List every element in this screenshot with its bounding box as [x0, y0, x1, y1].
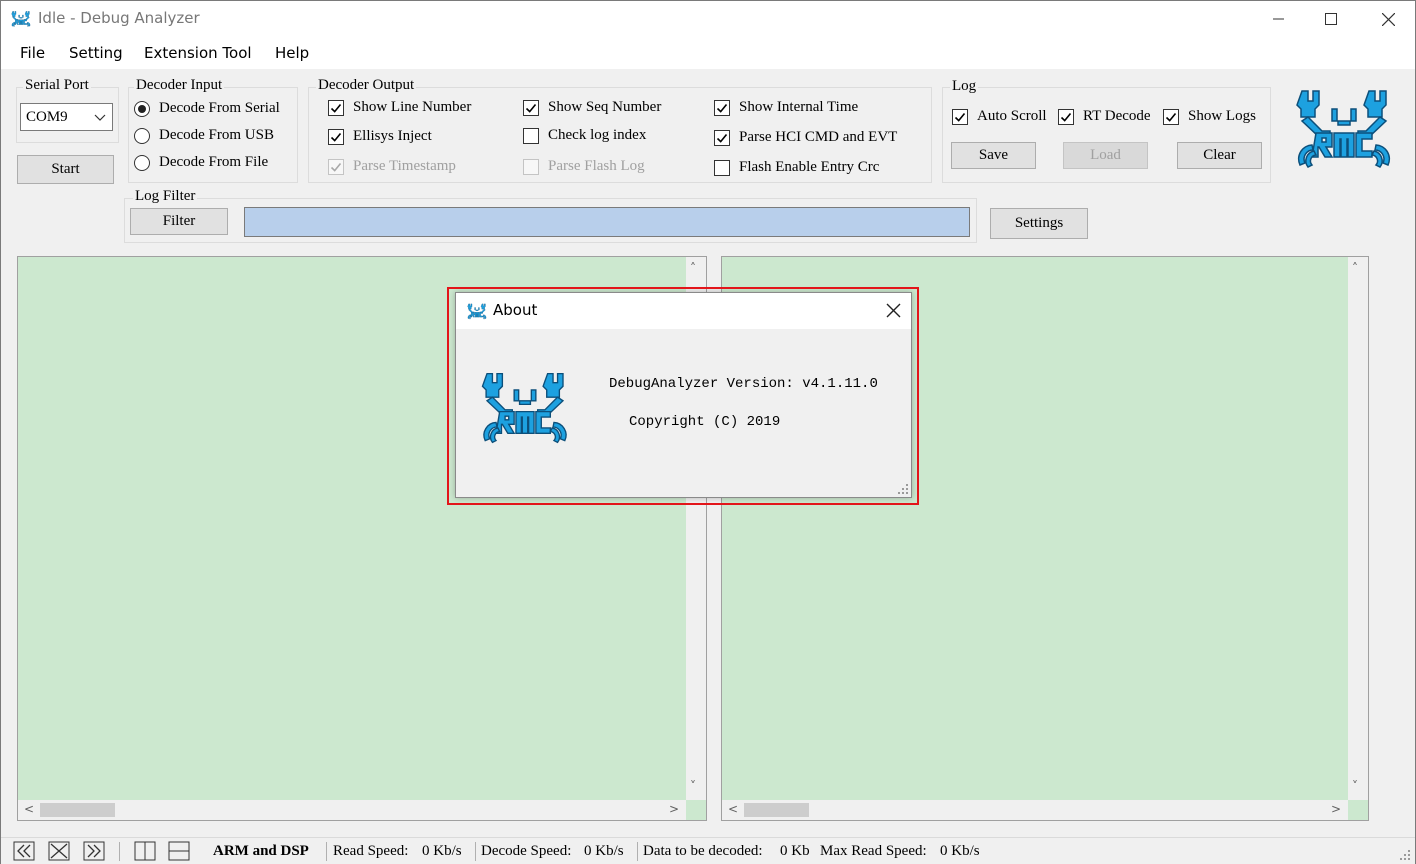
radio-label: Decode From File — [159, 154, 269, 170]
checkbox-flash-enable-entry-crc[interactable]: Flash Enable Entry Crc — [714, 159, 879, 176]
settings-button[interactable]: Settings — [990, 208, 1088, 239]
scroll-down-icon[interactable]: ˅ — [1352, 779, 1358, 793]
serial-port-select[interactable]: COM9 — [20, 103, 113, 131]
jump-first-icon[interactable] — [13, 841, 35, 861]
read-speed-label: Read Speed: — [333, 843, 409, 859]
filter-button[interactable]: Filter — [130, 208, 228, 235]
clear-button[interactable]: Clear — [1177, 142, 1262, 169]
close-icon[interactable] — [886, 303, 901, 318]
realtek-crab-icon — [11, 10, 31, 28]
log-filter-label: Log Filter — [133, 188, 198, 205]
vertical-scrollbar[interactable]: ˄ ˅ — [1348, 257, 1368, 800]
checkbox-auto-scroll[interactable]: Auto Scroll — [952, 108, 1047, 125]
title-bar: Idle - Debug Analyzer — [1, 1, 1415, 37]
menu-bar: File Setting Extension Tool Help — [1, 37, 1415, 69]
checkbox-show-internal-time[interactable]: Show Internal Time — [714, 99, 858, 116]
max-read-speed-label: Max Read Speed: — [820, 843, 927, 859]
status-separator — [475, 842, 476, 861]
scroll-thumb[interactable] — [40, 803, 115, 817]
main-window: Idle - Debug Analyzer File Setting Exten… — [0, 0, 1416, 864]
checkbox-show-seq-number[interactable]: Show Seq Number — [523, 99, 661, 116]
realtek-crab-logo — [1289, 87, 1399, 171]
close-button[interactable] — [1365, 1, 1411, 37]
status-separator — [326, 842, 327, 861]
scroll-down-icon[interactable]: ˅ — [690, 779, 696, 793]
menu-file[interactable]: File — [20, 44, 45, 62]
checkbox-ellisys-inject[interactable]: Ellisys Inject — [328, 128, 432, 145]
minimize-button[interactable] — [1256, 1, 1302, 37]
about-dialog: About DebugAnalyzer Version: v4.1.11.0 C… — [455, 292, 912, 498]
scroll-up-icon[interactable]: ˄ — [1352, 261, 1358, 275]
load-button[interactable]: Load — [1063, 142, 1148, 169]
log-label: Log — [950, 78, 979, 95]
decoder-input-label: Decoder Input — [134, 77, 225, 94]
checkbox-parse-timestamp[interactable]: Parse Timestamp — [328, 158, 456, 175]
clear-marks-icon[interactable] — [48, 841, 70, 861]
about-dialog-title: About — [493, 301, 538, 319]
realtek-crab-icon — [467, 303, 487, 320]
menu-help[interactable]: Help — [275, 44, 309, 62]
serial-port-value: COM9 — [26, 108, 68, 125]
scroll-up-icon[interactable]: ˄ — [690, 261, 696, 275]
chevron-down-icon — [94, 114, 106, 121]
status-separator — [119, 842, 120, 861]
window-title: Idle - Debug Analyzer — [38, 9, 200, 27]
menu-setting[interactable]: Setting — [69, 44, 123, 62]
version-text: DebugAnalyzer Version: v4.1.11.0 — [609, 376, 878, 392]
split-vertical-icon[interactable] — [134, 841, 156, 861]
checkbox-check-log-index[interactable]: Check log index — [523, 127, 646, 144]
checkbox-rt-decode[interactable]: RT Decode — [1058, 108, 1151, 125]
filter-input[interactable] — [244, 207, 970, 237]
split-horizontal-icon[interactable] — [168, 841, 190, 861]
data-to-decode-value: 0 Kb — [780, 843, 810, 859]
radio-label: Decode From USB — [159, 127, 274, 143]
radio-label: Decode From Serial — [159, 100, 280, 116]
maximize-icon — [1325, 13, 1337, 25]
maximize-button[interactable] — [1308, 1, 1354, 37]
resize-grip-icon[interactable] — [1399, 849, 1411, 861]
checkbox-show-line-number[interactable]: Show Line Number — [328, 99, 471, 116]
minimize-icon — [1273, 18, 1284, 20]
radio-decode-from-usb[interactable]: Decode From USB — [134, 127, 274, 144]
data-to-decode-label: Data to be decoded: — [643, 843, 763, 859]
status-separator — [637, 842, 638, 861]
checkbox-parse-hci-cmd-evt[interactable]: Parse HCI CMD and EVT — [714, 129, 897, 146]
scroll-right-icon[interactable]: > — [1331, 802, 1341, 816]
decoder-output-label: Decoder Output — [316, 77, 417, 94]
max-read-speed-value: 0 Kb/s — [940, 843, 980, 859]
scroll-left-icon[interactable]: < — [24, 802, 34, 816]
start-button[interactable]: Start — [17, 155, 114, 184]
copyright-text: Copyright (C) 2019 — [629, 414, 781, 430]
radio-decode-from-file[interactable]: Decode From File — [134, 154, 268, 171]
realtek-crab-logo — [477, 370, 573, 446]
jump-last-icon[interactable] — [83, 841, 105, 861]
scroll-left-icon[interactable]: < — [728, 802, 738, 816]
status-bar: ARM and DSP Read Speed: 0 Kb/s Decode Sp… — [1, 837, 1415, 864]
save-button[interactable]: Save — [951, 142, 1036, 169]
checkbox-parse-flash-log[interactable]: Parse Flash Log — [523, 158, 645, 175]
read-speed-value: 0 Kb/s — [422, 843, 462, 859]
decode-speed-value: 0 Kb/s — [584, 843, 624, 859]
scroll-thumb[interactable] — [744, 803, 809, 817]
about-dialog-titlebar: About — [456, 293, 911, 329]
radio-decode-from-serial[interactable]: Decode From Serial — [134, 100, 280, 117]
horizontal-scrollbar[interactable]: < > — [18, 800, 686, 820]
decode-speed-label: Decode Speed: — [481, 843, 572, 859]
resize-grip-icon[interactable] — [897, 483, 909, 495]
scroll-right-icon[interactable]: > — [669, 802, 679, 816]
menu-extension-tool[interactable]: Extension Tool — [144, 44, 252, 62]
radio-selected-dot — [138, 104, 146, 113]
horizontal-scrollbar[interactable]: < > — [722, 800, 1348, 820]
checkbox-show-logs[interactable]: Show Logs — [1163, 108, 1256, 125]
serial-port-label: Serial Port — [23, 77, 91, 94]
close-icon — [1381, 12, 1395, 26]
mode-label: ARM and DSP — [213, 843, 309, 859]
